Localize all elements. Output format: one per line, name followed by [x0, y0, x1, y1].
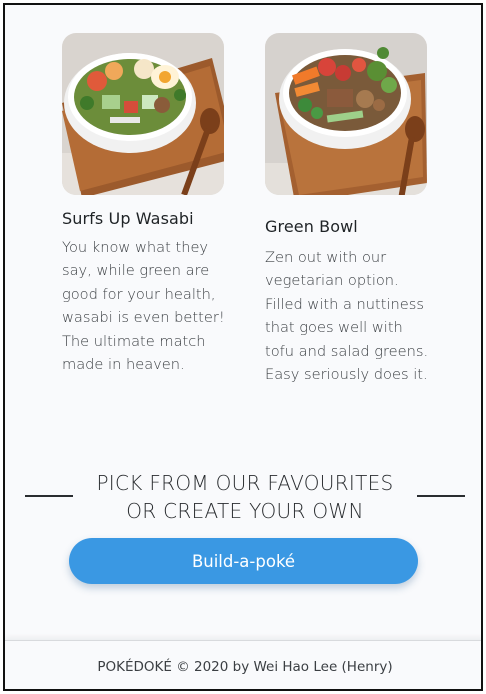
card-description: Zen out with our vegetarian option. Fill…: [265, 249, 429, 384]
menu-card-surfs-up-wasabi[interactable]: Surfs Up Wasabi You know what they say, …: [62, 33, 232, 376]
footer: POKÉDOKÉ © 2020 by Wei Hao Lee (Henry): [5, 640, 481, 689]
menu-card-green-bowl[interactable]: Green Bowl Zen out with our vegetarian o…: [265, 33, 435, 386]
poke-bowl-vegetarian-photo: [265, 33, 427, 195]
card-description: You know what they say, while green are …: [62, 239, 225, 374]
card-title: Surfs Up Wasabi: [62, 209, 194, 228]
cta-heading: PICK FROM OUR FAVOURITES OR CREATE YOUR …: [5, 469, 481, 525]
footer-copyright: POKÉDOKÉ © 2020 by Wei Hao Lee (Henry): [97, 659, 393, 675]
build-a-poke-button[interactable]: Build-a-poké: [69, 538, 418, 584]
cta-heading-line1: PICK FROM OUR FAVOURITES: [96, 471, 394, 495]
card-title: Green Bowl: [265, 217, 358, 236]
page-frame: Surfs Up Wasabi You know what they say, …: [3, 3, 483, 691]
cta-heading-line2: OR CREATE YOUR OWN: [126, 499, 364, 523]
poke-bowl-salmon-photo: [62, 33, 224, 195]
